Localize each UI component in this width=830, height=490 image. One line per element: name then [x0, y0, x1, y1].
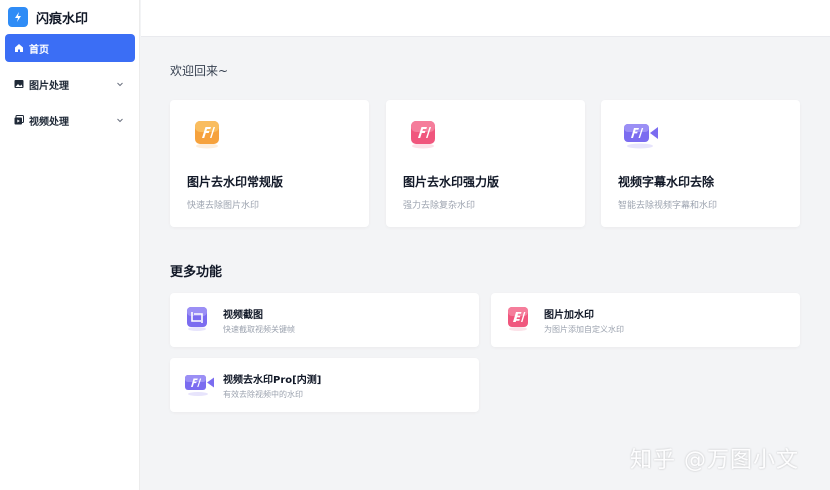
image-fx-icon: [408, 119, 438, 149]
more-card-desc: 有效去除视频中的水印: [223, 390, 303, 399]
feature-card-title: 图片去水印强力版: [403, 175, 500, 189]
sidebar-item-label: 图片处理: [29, 80, 69, 92]
feature-card-title: 图片去水印常规版: [187, 175, 284, 189]
more-card-desc: 为图片添加自定义水印: [544, 325, 624, 334]
more-card-image-add-watermark[interactable]: 图片加水印 为图片添加自定义水印: [491, 293, 800, 347]
sidebar: 闪痕水印 首页 图片处理 视频处理: [0, 0, 140, 490]
sidebar-item-label: 首页: [29, 44, 49, 56]
more-card-desc: 快速截取视频关键帧: [223, 325, 295, 334]
screenshot-icon: [184, 305, 210, 331]
zhihu-watermark: 知乎 @万图小文: [630, 448, 799, 473]
lightning-logo-icon: [8, 7, 28, 27]
more-card-title: 视频截图: [223, 310, 263, 321]
sidebar-item-video-processing[interactable]: 视频处理: [5, 106, 135, 134]
video-icon: [14, 115, 24, 125]
home-icon: [14, 43, 24, 53]
top-bar: [141, 0, 830, 37]
brand[interactable]: 闪痕水印: [0, 0, 139, 34]
more-card-video-screenshot[interactable]: 视频截图 快速截取视频关键帧: [170, 293, 479, 347]
feature-card-desc: 强力去除复杂水印: [403, 201, 476, 211]
feature-card-desc: 快速去除图片水印: [187, 201, 260, 211]
image-fx-icon: [192, 119, 222, 149]
sidebar-item-image-processing[interactable]: 图片处理: [5, 70, 135, 98]
app-name: 闪痕水印: [36, 11, 89, 27]
feature-card-desc: 智能去除视频字幕和水印: [618, 201, 718, 211]
chevron-down-icon: [115, 115, 125, 125]
section-title-more: 更多功能: [170, 265, 223, 280]
video-fx-icon: [623, 119, 661, 149]
video-fx-icon: [184, 370, 216, 396]
sidebar-item-home[interactable]: 首页: [5, 34, 135, 62]
add-watermark-icon: [505, 305, 531, 331]
more-card-title: 图片加水印: [544, 310, 594, 321]
more-card-title: 视频去水印Pro[内测]: [223, 375, 322, 386]
feature-card-title: 视频字幕水印去除: [618, 175, 715, 189]
image-icon: [14, 79, 24, 89]
chevron-down-icon: [115, 79, 125, 89]
feature-card-video-subtitle[interactable]: 视频字幕水印去除 智能去除视频字幕和水印: [601, 100, 800, 227]
more-card-video-pro[interactable]: 视频去水印Pro[内测] 有效去除视频中的水印: [170, 358, 479, 412]
feature-card-image-standard[interactable]: 图片去水印常规版 快速去除图片水印: [170, 100, 369, 227]
sidebar-item-label: 视频处理: [29, 116, 69, 128]
feature-card-image-strong[interactable]: 图片去水印强力版 强力去除复杂水印: [386, 100, 585, 227]
welcome-text: 欢迎回来~: [170, 64, 229, 78]
